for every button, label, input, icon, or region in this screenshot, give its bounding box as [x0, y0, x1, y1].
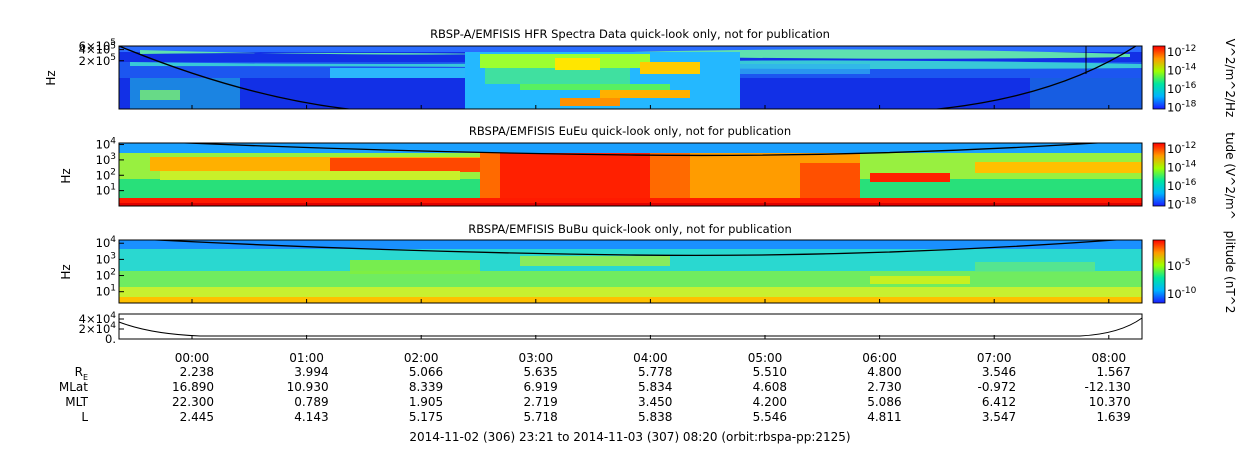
- colorbar-label: plitude (nT^2: [1223, 231, 1237, 314]
- colorbar-tick-label: 10-14: [1167, 63, 1197, 78]
- colorbar-tick-label: 10-18: [1167, 100, 1197, 115]
- y-axis-label: Hz: [59, 168, 73, 183]
- ephemeris-value: 5.510: [753, 365, 787, 379]
- y-tick-label: 104: [96, 235, 117, 250]
- ephemeris-value: 4.143: [294, 410, 328, 424]
- time-tick-label: 04:00: [633, 351, 668, 365]
- ephemeris-value: 10.930: [287, 380, 329, 394]
- panel-title: RBSPA/EMFISIS BuBu quick-look only, not …: [468, 222, 792, 236]
- ephemeris-value: -12.130: [1084, 380, 1130, 394]
- ephemeris-value: 4.200: [753, 395, 787, 409]
- time-tick-label: 03:00: [519, 351, 554, 365]
- ephemeris-value: 0.789: [294, 395, 328, 409]
- ephemeris-row-label: MLat: [59, 380, 88, 394]
- ephemeris-value: 5.834: [638, 380, 672, 394]
- ephemeris-value: 5.086: [867, 395, 901, 409]
- ephemeris-value: 3.994: [294, 365, 328, 379]
- time-tick-label: 00:00: [175, 351, 210, 365]
- y-tick-label: 101: [96, 284, 116, 299]
- ephemeris-value: 5.718: [523, 410, 557, 424]
- line-axes-frame: [118, 313, 1143, 340]
- colorbar-tick-label: 10-18: [1167, 197, 1197, 212]
- ephemeris-value: 1.905: [409, 395, 443, 409]
- ephemeris-value: 5.778: [638, 365, 672, 379]
- bubu-spectrogram: [119, 240, 1142, 303]
- ephemeris-row-label: L: [81, 410, 88, 424]
- colorbar-tick-label: 10-5: [1167, 258, 1191, 273]
- time-tick-label: 01:00: [289, 351, 324, 365]
- y-tick-label: 103: [96, 152, 116, 167]
- ephemeris-value: 5.066: [409, 365, 443, 379]
- colorbar-bubu: [1152, 239, 1166, 304]
- ephemeris-value: 22.300: [172, 395, 214, 409]
- colorbar-label: V^2/m^2/Hz: [1223, 39, 1237, 118]
- ephemeris-value: 8.339: [409, 380, 443, 394]
- ephemeris-value: 5.175: [409, 410, 443, 424]
- hfr-spectrogram: [119, 46, 1142, 109]
- ephemeris-value: 2.730: [867, 380, 901, 394]
- colorbar-tick-label: 10-16: [1167, 178, 1197, 193]
- y-axis-label: Hz: [59, 264, 73, 279]
- ephemeris-row-label: MLT: [65, 395, 88, 409]
- time-tick-label: 02:00: [404, 351, 439, 365]
- ephemeris-value: 1.567: [1096, 365, 1130, 379]
- time-tick-label: 05:00: [748, 351, 783, 365]
- eueu-spectrogram: [119, 143, 1142, 206]
- y-tick-label: 102: [96, 167, 116, 182]
- colorbar-label: tude (V^2/m^: [1223, 132, 1237, 220]
- colorbar-hfr: [1152, 45, 1166, 110]
- ephemeris-value: 2.445: [180, 410, 214, 424]
- ephemeris-value: 3.450: [638, 395, 672, 409]
- ephemeris-value: 10.370: [1089, 395, 1131, 409]
- ephemeris-value: -0.972: [978, 380, 1017, 394]
- y-tick-label: 104: [96, 137, 117, 152]
- panel-title: RBSP-A/EMFISIS HFR Spectra Data quick-lo…: [430, 27, 830, 41]
- y-tick-label: 101: [96, 183, 116, 198]
- ephemeris-value: 2.238: [180, 365, 214, 379]
- panel-title: RBSPA/EMFISIS EuEu quick-look only, not …: [469, 124, 791, 138]
- orbit-line: [118, 317, 1143, 337]
- colorbar-tick-label: 10-16: [1167, 81, 1197, 96]
- ephemeris-value: 5.635: [523, 365, 557, 379]
- ephemeris-value: 6.919: [523, 380, 557, 394]
- y-tick-label: 103: [96, 251, 116, 266]
- ephemeris-value: 1.639: [1096, 410, 1130, 424]
- ephemeris-value: 3.547: [982, 410, 1016, 424]
- y-axis-label: Hz: [44, 70, 58, 85]
- ephemeris-value: 2.719: [523, 395, 557, 409]
- rbsp-emfisis-quicklook-plot: RBSP-A/EMFISIS HFR Spectra Data quick-lo…: [44, 27, 1237, 444]
- colorbar-tick-label: 10-12: [1167, 141, 1196, 156]
- ephemeris-value: 16.890: [172, 380, 214, 394]
- time-tick-label: 07:00: [977, 351, 1012, 365]
- footer-time-range: 2014-11-02 (306) 23:21 to 2014-11-03 (30…: [409, 430, 850, 444]
- ephemeris-value: 6.412: [982, 395, 1016, 409]
- colorbar-tick-label: 10-12: [1167, 44, 1196, 59]
- time-tick-label: 06:00: [862, 351, 897, 365]
- y-tick-label: 0.: [105, 332, 116, 346]
- ephemeris-value: 4.800: [867, 365, 901, 379]
- colorbar-eueu: [1152, 142, 1166, 207]
- ephemeris-value: 5.838: [638, 410, 672, 424]
- y-tick-label: 102: [96, 268, 116, 283]
- ephemeris-value: 5.546: [753, 410, 787, 424]
- colorbar-tick-label: 10-14: [1167, 160, 1197, 175]
- ephemeris-value: 4.608: [753, 380, 787, 394]
- colorbar-tick-label: 10-10: [1167, 286, 1197, 301]
- time-tick-label: 08:00: [1092, 351, 1127, 365]
- ephemeris-value: 4.811: [867, 410, 901, 424]
- ephemeris-value: 3.546: [982, 365, 1016, 379]
